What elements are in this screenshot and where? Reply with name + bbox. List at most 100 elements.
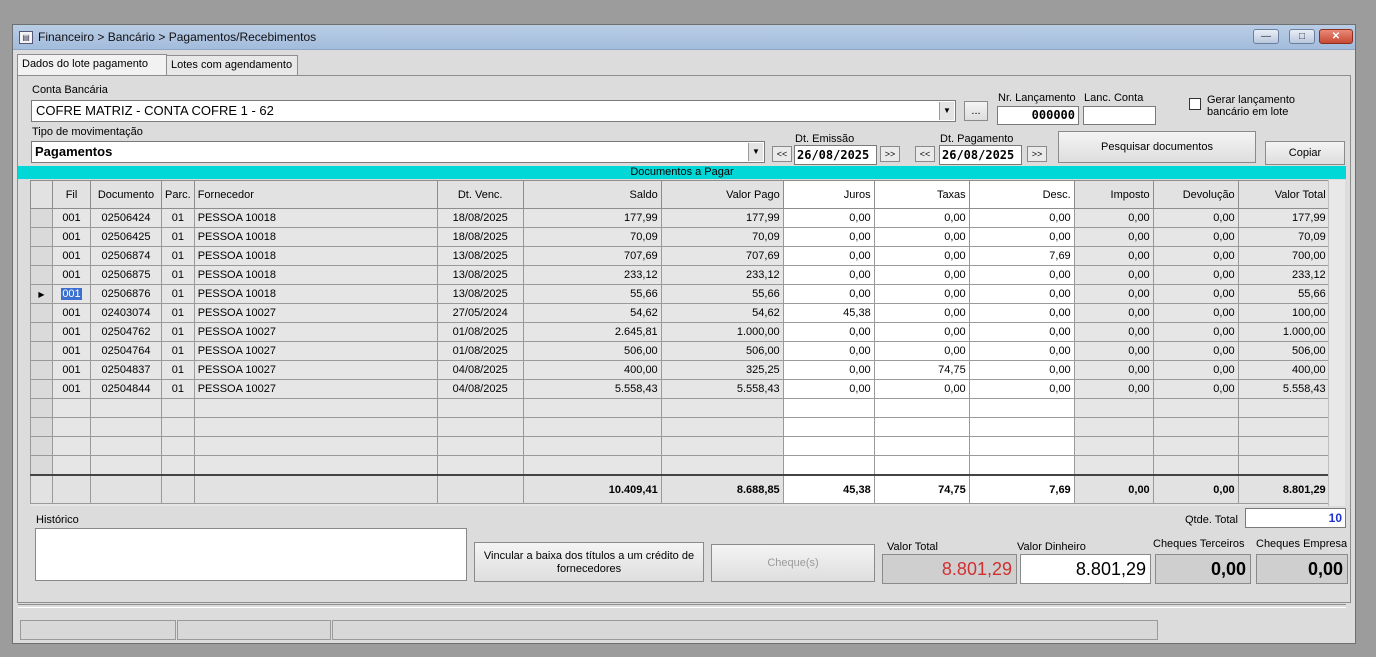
row-indicator[interactable]	[30, 322, 53, 342]
table-cell[interactable]: 506,00	[660, 341, 784, 361]
empty-cell[interactable]	[782, 398, 875, 418]
row-indicator[interactable]	[30, 227, 53, 247]
table-cell[interactable]: 0,00	[873, 303, 970, 323]
table-cell[interactable]: 177,99	[1237, 208, 1330, 228]
table-cell[interactable]: 01	[161, 360, 195, 380]
table-cell[interactable]: PESSOA 10018	[193, 284, 438, 304]
table-cell[interactable]: 74,75	[873, 360, 970, 380]
empty-cell[interactable]	[968, 436, 1075, 456]
table-row[interactable]: 001 02506425 01 PESSOA 10018 18/08/2025 70,09…	[30, 227, 1330, 247]
table-cell[interactable]: 70,09	[660, 227, 784, 247]
table-cell[interactable]: PESSOA 10018	[193, 227, 438, 247]
table-row[interactable]: 001 02504837 01 PESSOA 10027 04/08/2025 400,0…	[30, 360, 1330, 380]
gerar-lancamento-checkbox[interactable]	[1189, 98, 1201, 110]
table-cell[interactable]: 0,00	[1073, 246, 1154, 266]
table-cell[interactable]: 7,69	[968, 246, 1075, 266]
empty-cell[interactable]	[968, 455, 1075, 476]
dt-pagamento-field[interactable]: 26/08/2025	[939, 145, 1022, 165]
dt-emissao-prev-button[interactable]: <<	[772, 146, 792, 162]
empty-cell[interactable]	[660, 436, 784, 456]
empty-cell[interactable]	[873, 436, 970, 456]
table-cell[interactable]: 04/08/2025	[436, 360, 524, 380]
empty-cell[interactable]	[52, 417, 91, 437]
table-cell[interactable]: 70,09	[1237, 227, 1330, 247]
table-row[interactable]: 001 02506875 01 PESSOA 10018 13/08/2025 233,1…	[30, 265, 1330, 285]
table-cell[interactable]: 01	[161, 303, 195, 323]
dt-emissao-next-button[interactable]: >>	[880, 146, 900, 162]
historico-field[interactable]	[35, 528, 467, 581]
empty-cell[interactable]	[193, 417, 438, 437]
table-cell[interactable]: 0,00	[1073, 379, 1154, 399]
table-cell[interactable]: 01	[161, 322, 195, 342]
col-valor-pago[interactable]: Valor Pago	[660, 180, 784, 209]
table-cell[interactable]: PESSOA 10027	[193, 379, 438, 399]
table-row[interactable]: 001 02504762 01 PESSOA 10027 01/08/2025 2.645…	[30, 322, 1330, 342]
empty-cell[interactable]	[161, 455, 195, 476]
row-indicator[interactable]	[30, 246, 53, 266]
empty-cell[interactable]	[436, 436, 524, 456]
table-cell[interactable]: 02506424	[90, 208, 162, 228]
table-cell[interactable]: 0,00	[1152, 246, 1239, 266]
table-row[interactable]: 001 02504764 01 PESSOA 10027 01/08/2025 506,0…	[30, 341, 1330, 361]
table-row[interactable]: 001 02504844 01 PESSOA 10027 04/08/2025 5.558…	[30, 379, 1330, 399]
empty-cell[interactable]	[193, 436, 438, 456]
close-button[interactable]: ✕	[1319, 29, 1353, 44]
empty-cell[interactable]	[873, 455, 970, 476]
table-cell[interactable]: 0,00	[968, 227, 1075, 247]
table-cell[interactable]: 100,00	[1237, 303, 1330, 323]
empty-cell[interactable]	[660, 417, 784, 437]
table-cell[interactable]: 0,00	[873, 208, 970, 228]
empty-cell[interactable]	[30, 398, 53, 418]
table-cell[interactable]: 0,00	[968, 341, 1075, 361]
table-cell[interactable]: 02403074	[90, 303, 162, 323]
table-cell[interactable]: 0,00	[1073, 265, 1154, 285]
table-cell[interactable]: 707,69	[660, 246, 784, 266]
table-cell[interactable]: 0,00	[873, 322, 970, 342]
empty-row[interactable]	[30, 398, 1330, 418]
table-cell[interactable]: 001	[52, 379, 91, 399]
table-cell[interactable]: 001	[52, 322, 91, 342]
table-cell[interactable]: 0,00	[1152, 341, 1239, 361]
empty-cell[interactable]	[1073, 436, 1154, 456]
empty-row[interactable]	[30, 455, 1330, 476]
empty-cell[interactable]	[1152, 455, 1239, 476]
table-cell[interactable]: 02506876	[90, 284, 162, 304]
col-juros[interactable]: Juros	[782, 180, 875, 209]
table-cell[interactable]: 001	[52, 341, 91, 361]
table-cell[interactable]: 0,00	[1152, 265, 1239, 285]
table-cell[interactable]: 400,00	[1237, 360, 1330, 380]
table-cell[interactable]: 01	[161, 246, 195, 266]
table-cell[interactable]: 0,00	[1073, 303, 1154, 323]
table-cell[interactable]: PESSOA 10027	[193, 360, 438, 380]
empty-cell[interactable]	[522, 436, 662, 456]
table-cell[interactable]: 001	[52, 227, 91, 247]
empty-cell[interactable]	[522, 455, 662, 476]
col-fornecedor[interactable]: Fornecedor	[193, 180, 438, 209]
col-saldo[interactable]: Saldo	[522, 180, 662, 209]
table-cell[interactable]: 0,00	[1152, 227, 1239, 247]
col-fil[interactable]: Fil	[52, 180, 91, 209]
table-cell[interactable]: 0,00	[968, 284, 1075, 304]
table-cell[interactable]: 0,00	[1152, 284, 1239, 304]
table-cell[interactable]: 1.000,00	[1237, 322, 1330, 342]
table-cell[interactable]: 0,00	[873, 341, 970, 361]
conta-select[interactable]: COFRE MATRIZ - CONTA COFRE 1 - 62 ▼	[31, 100, 956, 122]
empty-cell[interactable]	[30, 417, 53, 437]
tipo-select[interactable]: Pagamentos ▼	[31, 141, 765, 163]
table-cell[interactable]: 0,00	[782, 322, 875, 342]
table-cell[interactable]: 0,00	[1152, 379, 1239, 399]
table-cell[interactable]: 0,00	[1152, 208, 1239, 228]
tab-lotes-agendamento[interactable]: Lotes com agendamento	[166, 55, 298, 75]
table-cell[interactable]: 55,66	[522, 284, 662, 304]
col-devolucao[interactable]: Devolução	[1152, 180, 1239, 209]
table-cell[interactable]: 177,99	[660, 208, 784, 228]
col-desc[interactable]: Desc.	[968, 180, 1075, 209]
row-indicator[interactable]	[30, 341, 53, 361]
table-cell[interactable]: 02504844	[90, 379, 162, 399]
table-cell[interactable]: 0,00	[782, 379, 875, 399]
empty-cell[interactable]	[90, 417, 162, 437]
table-cell[interactable]: 0,00	[968, 265, 1075, 285]
empty-cell[interactable]	[1152, 417, 1239, 437]
table-cell[interactable]: 0,00	[873, 246, 970, 266]
table-cell[interactable]: 04/08/2025	[436, 379, 524, 399]
